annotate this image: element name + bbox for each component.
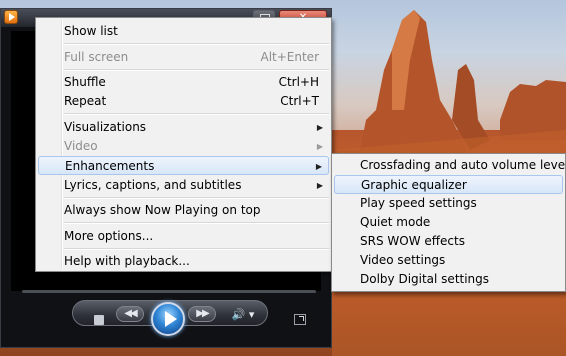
seek-bar[interactable] bbox=[22, 290, 316, 293]
media-player-icon[interactable] bbox=[4, 10, 18, 24]
menu-item-show-list[interactable]: Show list bbox=[38, 22, 329, 41]
menu-item-shuffle[interactable]: Shuffle Ctrl+H bbox=[38, 73, 329, 92]
menu-item-visualizations[interactable]: Visualizations ▶ bbox=[38, 118, 329, 137]
switch-to-library-icon[interactable] bbox=[294, 314, 306, 325]
menu-separator bbox=[64, 43, 329, 45]
menu-item-label: Video bbox=[64, 139, 98, 153]
submenu-arrow-icon: ▶ bbox=[315, 162, 322, 171]
submenu-item-label: Crossfading and auto volume leveling bbox=[360, 158, 566, 172]
menu-item-label: Shuffle bbox=[64, 75, 106, 89]
menu-item-label: More options... bbox=[64, 229, 154, 243]
menu-item-label: Lyrics, captions, and subtitles bbox=[64, 178, 242, 192]
menu-item-label: Show list bbox=[64, 24, 118, 38]
menu-item-label: Always show Now Playing on top bbox=[64, 203, 261, 217]
stop-icon[interactable] bbox=[94, 315, 104, 325]
menu-separator bbox=[64, 113, 329, 115]
submenu-item-video-settings[interactable]: Video settings bbox=[334, 251, 563, 270]
submenu-item-label: SRS WOW effects bbox=[360, 234, 465, 248]
next-icon[interactable]: ▶▶ bbox=[188, 306, 216, 322]
menu-separator bbox=[64, 248, 329, 250]
context-menu: Show list Full screen Alt+Enter Shuffle … bbox=[35, 17, 332, 272]
submenu-item-srs-wow[interactable]: SRS WOW effects bbox=[334, 232, 563, 251]
menu-item-shortcut: Ctrl+H bbox=[278, 75, 319, 89]
menu-item-help-with-playback[interactable]: Help with playback... bbox=[38, 252, 329, 271]
enhancements-submenu: Crossfading and auto volume leveling Gra… bbox=[331, 153, 566, 292]
submenu-item-quiet-mode[interactable]: Quiet mode bbox=[334, 213, 563, 232]
menu-item-video[interactable]: Video ▶ bbox=[38, 137, 329, 156]
menu-item-more-options[interactable]: More options... bbox=[38, 227, 329, 246]
submenu-arrow-icon: ▶ bbox=[316, 142, 323, 151]
volume-icon[interactable]: 🔊 ▾ bbox=[228, 308, 258, 322]
submenu-item-label: Play speed settings bbox=[360, 196, 477, 210]
menu-item-label: Visualizations bbox=[64, 120, 147, 134]
menu-separator bbox=[64, 69, 329, 71]
submenu-item-crossfading[interactable]: Crossfading and auto volume leveling bbox=[334, 156, 566, 175]
submenu-item-label: Dolby Digital settings bbox=[360, 272, 490, 286]
submenu-item-label: Video settings bbox=[360, 253, 446, 267]
menu-item-enhancements[interactable]: Enhancements ▶ bbox=[38, 156, 329, 175]
previous-icon[interactable]: ◀◀ bbox=[116, 306, 144, 322]
menu-item-label: Help with playback... bbox=[64, 254, 190, 268]
menu-item-repeat[interactable]: Repeat Ctrl+T bbox=[38, 92, 329, 111]
menu-separator bbox=[64, 222, 329, 224]
menu-item-full-screen[interactable]: Full screen Alt+Enter bbox=[38, 48, 329, 67]
menu-item-label: Enhancements bbox=[65, 159, 155, 173]
menu-item-shortcut: Alt+Enter bbox=[260, 50, 319, 64]
submenu-arrow-icon: ▶ bbox=[316, 181, 323, 190]
menu-item-label: Repeat bbox=[64, 94, 107, 108]
menu-item-lyrics-captions-subtitles[interactable]: Lyrics, captions, and subtitles ▶ bbox=[38, 176, 329, 195]
submenu-arrow-icon: ▶ bbox=[316, 123, 323, 132]
menu-item-shortcut: Ctrl+T bbox=[280, 94, 319, 108]
submenu-item-graphic-equalizer[interactable]: Graphic equalizer bbox=[334, 175, 563, 194]
submenu-item-dolby-digital[interactable]: Dolby Digital settings bbox=[334, 270, 563, 289]
submenu-item-label: Quiet mode bbox=[360, 215, 431, 229]
menu-item-label: Full screen bbox=[64, 50, 129, 64]
submenu-item-label: Graphic equalizer bbox=[361, 178, 467, 192]
submenu-item-play-speed[interactable]: Play speed settings bbox=[334, 194, 563, 213]
menu-separator bbox=[64, 197, 329, 199]
play-icon[interactable] bbox=[151, 302, 185, 336]
menu-item-always-on-top[interactable]: Always show Now Playing on top bbox=[38, 201, 329, 220]
